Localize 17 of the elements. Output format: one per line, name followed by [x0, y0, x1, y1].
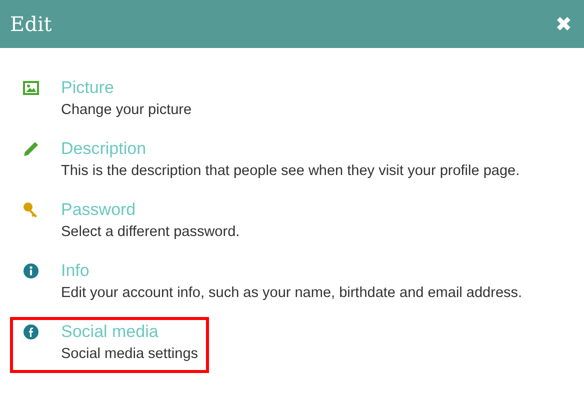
info-icon [23, 263, 39, 279]
image-icon [23, 81, 39, 95]
setting-description: Edit your account info, such as your name, birthdate and email address. [61, 284, 522, 303]
setting-description: Change your picture [61, 101, 192, 120]
close-button[interactable]: ✖ [555, 14, 572, 34]
key-icon [23, 202, 39, 218]
setting-link[interactable]: Description [61, 138, 520, 160]
setting-link[interactable]: Password [61, 199, 240, 221]
setting-description: Social media settings [61, 345, 198, 364]
setting-description: This is the description that people see when they visit your profile page. [61, 162, 520, 181]
setting-description: Select a different password. [61, 223, 240, 242]
setting-link[interactable]: Picture [61, 77, 192, 99]
setting-link[interactable]: Social media [61, 321, 198, 343]
pencil-icon [23, 141, 39, 157]
setting-link[interactable]: Info [61, 260, 522, 282]
facebook-icon [23, 324, 39, 340]
window-title: Edit [10, 12, 52, 36]
